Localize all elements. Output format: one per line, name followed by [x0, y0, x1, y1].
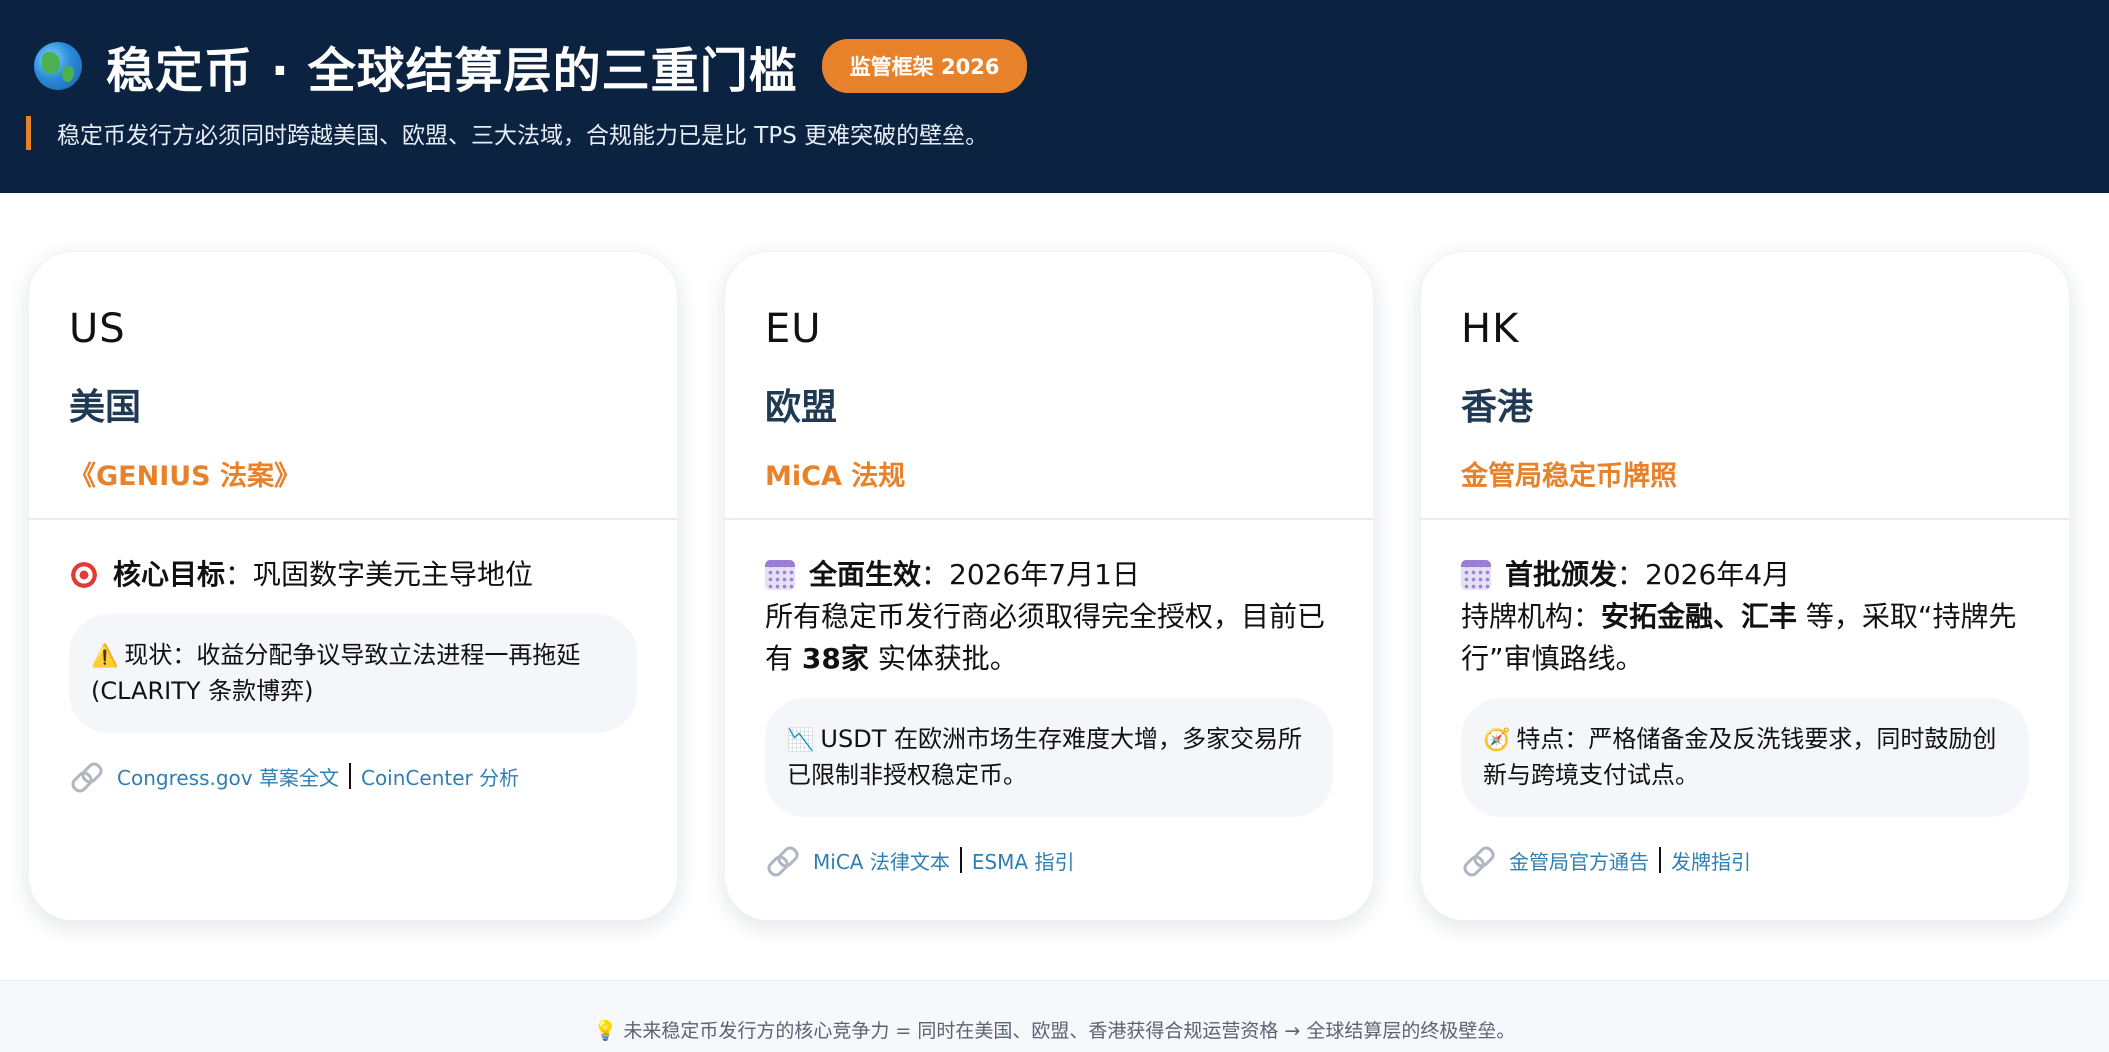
- subtitle-row: 稳定币发行方必须同时跨越美国、欧盟、三大法域，合规能力已是比 TPS 更难突破的…: [26, 116, 2079, 150]
- card-body: 核心目标 ：巩固数字美元主导地位 ⚠️ 现状：收益分配争议导致立法进程一再拖延 (C…: [29, 520, 677, 791]
- card-description: 持牌机构：安拓金融、汇丰 等，采取“持牌先行”审慎路线。: [1461, 596, 2029, 680]
- compass-icon: 🧭: [1483, 728, 1511, 753]
- calendar-icon: [1461, 560, 1491, 590]
- law-name: MiCA 法规: [765, 461, 906, 492]
- desc-highlight: 38家: [801, 642, 869, 675]
- footer-message: 未来稳定币发行方的核心竞争力 = 同时在美国、欧盟、香港获得合规运营资格 → 全…: [623, 1020, 1516, 1042]
- law-name: 金管局稳定币牌照: [1461, 461, 1677, 492]
- link-esma-guidance[interactable]: ESMA 指引: [972, 846, 1075, 875]
- region-code: EU: [765, 306, 822, 352]
- link-coincenter-analysis[interactable]: CoinCenter 分析: [361, 762, 519, 791]
- region-code: HK: [1461, 306, 1520, 352]
- title-row: 稳定币 · 全球结算层的三重门槛 监管框架 2026: [34, 36, 2079, 99]
- link-separator: [959, 847, 962, 873]
- desc-highlight: 安拓金融、汇丰: [1601, 600, 1798, 633]
- footer-text: 💡 未来稳定币发行方的核心竞争力 = 同时在美国、欧盟、香港获得合规运营资格 →…: [0, 1016, 2109, 1043]
- key-fact: 全面生效 ：2026年7月1日: [765, 554, 1333, 596]
- jurisdiction-cards: US 美国 《GENIUS 法案》 核心目标 ：巩固数字美元主导地位 ⚠️ 现状：收…: [0, 193, 2109, 921]
- region-name: 美国: [69, 387, 142, 428]
- region-code: US: [69, 306, 126, 352]
- key-value: ：巩固数字美元主导地位: [225, 558, 534, 591]
- link-congress-draft[interactable]: Congress.gov 草案全文: [117, 762, 339, 791]
- page-title: 稳定币 · 全球结算层的三重门槛: [106, 43, 798, 99]
- source-links: Congress.gov 草案全文 CoinCenter 分析: [69, 761, 637, 791]
- calendar-icon: [765, 560, 795, 590]
- card-header: US 美国 《GENIUS 法案》: [29, 252, 677, 520]
- status-note: 📉 USDT 在欧洲市场生存难度大增，多家交易所已限制非授权稳定币。: [765, 698, 1333, 817]
- link-mica-text[interactable]: MiCA 法律文本: [813, 846, 950, 875]
- note-text: 现状：收益分配争议导致立法进程一再拖延 (CLARITY 条款博弈): [91, 641, 581, 705]
- accent-bar: [26, 116, 31, 150]
- globe-icon: [34, 42, 82, 90]
- lightbulb-icon: 💡: [593, 1020, 618, 1042]
- key-fact: 首批颁发 ：2026年4月: [1461, 554, 2029, 596]
- chart-decreasing-icon: 📉: [787, 728, 815, 753]
- key-value: ：2026年7月1日: [921, 558, 1140, 591]
- link-separator: [348, 763, 351, 789]
- link-hkma-notice[interactable]: 金管局官方通告: [1509, 846, 1649, 875]
- source-links: MiCA 法律文本 ESMA 指引: [765, 845, 1333, 875]
- link-icon: [767, 845, 797, 875]
- key-value: ：2026年4月: [1617, 558, 1791, 591]
- key-label: 核心目标: [113, 558, 226, 591]
- page-header: 稳定币 · 全球结算层的三重门槛 监管框架 2026 稳定币发行方必须同时跨越美…: [0, 0, 2109, 193]
- card-description: 所有稳定币发行商必须取得完全授权，目前已有 38家 实体获批。: [765, 596, 1333, 680]
- key-label: 全面生效: [809, 558, 922, 591]
- link-icon: [71, 761, 101, 791]
- card-header: HK 香港 金管局稳定币牌照: [1421, 252, 2069, 520]
- card-body: 全面生效 ：2026年7月1日 所有稳定币发行商必须取得完全授权，目前已有 38家…: [725, 520, 1373, 875]
- source-links: 金管局官方通告 发牌指引: [1461, 845, 2029, 875]
- card-eu: EU 欧盟 MiCA 法规 全面生效 ：2026年7月1日 所有稳定币发行商必须取…: [724, 251, 1374, 921]
- note-text: USDT 在欧洲市场生存难度大增，多家交易所已限制非授权稳定币。: [787, 725, 1302, 789]
- desc-text: 持牌机构：: [1461, 600, 1602, 633]
- target-icon: [69, 560, 99, 590]
- card-body: 首批颁发 ：2026年4月 持牌机构：安拓金融、汇丰 等，采取“持牌先行”审慎路线…: [1421, 520, 2069, 875]
- desc-text: 实体获批。: [868, 642, 1018, 675]
- key-label: 首批颁发: [1505, 558, 1618, 591]
- card-header: EU 欧盟 MiCA 法规: [725, 252, 1373, 520]
- link-icon: [1463, 845, 1493, 875]
- page-subtitle: 稳定币发行方必须同时跨越美国、欧盟、三大法域，合规能力已是比 TPS 更难突破的…: [57, 123, 989, 149]
- status-note: ⚠️ 现状：收益分配争议导致立法进程一再拖延 (CLARITY 条款博弈): [69, 614, 637, 733]
- card-hk: HK 香港 金管局稳定币牌照 首批颁发 ：2026年4月 持牌机构：安拓金融、汇丰…: [1420, 251, 2070, 921]
- status-note: 🧭 特点：严格储备金及反洗钱要求，同时鼓励创新与跨境支付试点。: [1461, 698, 2029, 817]
- note-text: 特点：严格储备金及反洗钱要求，同时鼓励创新与跨境支付试点。: [1483, 725, 1997, 789]
- link-separator: [1659, 847, 1661, 873]
- card-us: US 美国 《GENIUS 法案》 核心目标 ：巩固数字美元主导地位 ⚠️ 现状：收…: [28, 251, 678, 921]
- law-name: 《GENIUS 法案》: [69, 461, 302, 492]
- key-fact: 核心目标 ：巩固数字美元主导地位: [69, 554, 637, 596]
- framework-badge: 监管框架 2026: [821, 39, 1028, 93]
- page-footer: 💡 未来稳定币发行方的核心竞争力 = 同时在美国、欧盟、香港获得合规运营资格 →…: [0, 980, 2109, 1052]
- link-licensing-guide[interactable]: 发牌指引: [1671, 846, 1751, 875]
- region-name: 香港: [1461, 387, 1534, 428]
- region-name: 欧盟: [765, 387, 838, 428]
- warning-icon: ⚠️: [91, 644, 119, 669]
